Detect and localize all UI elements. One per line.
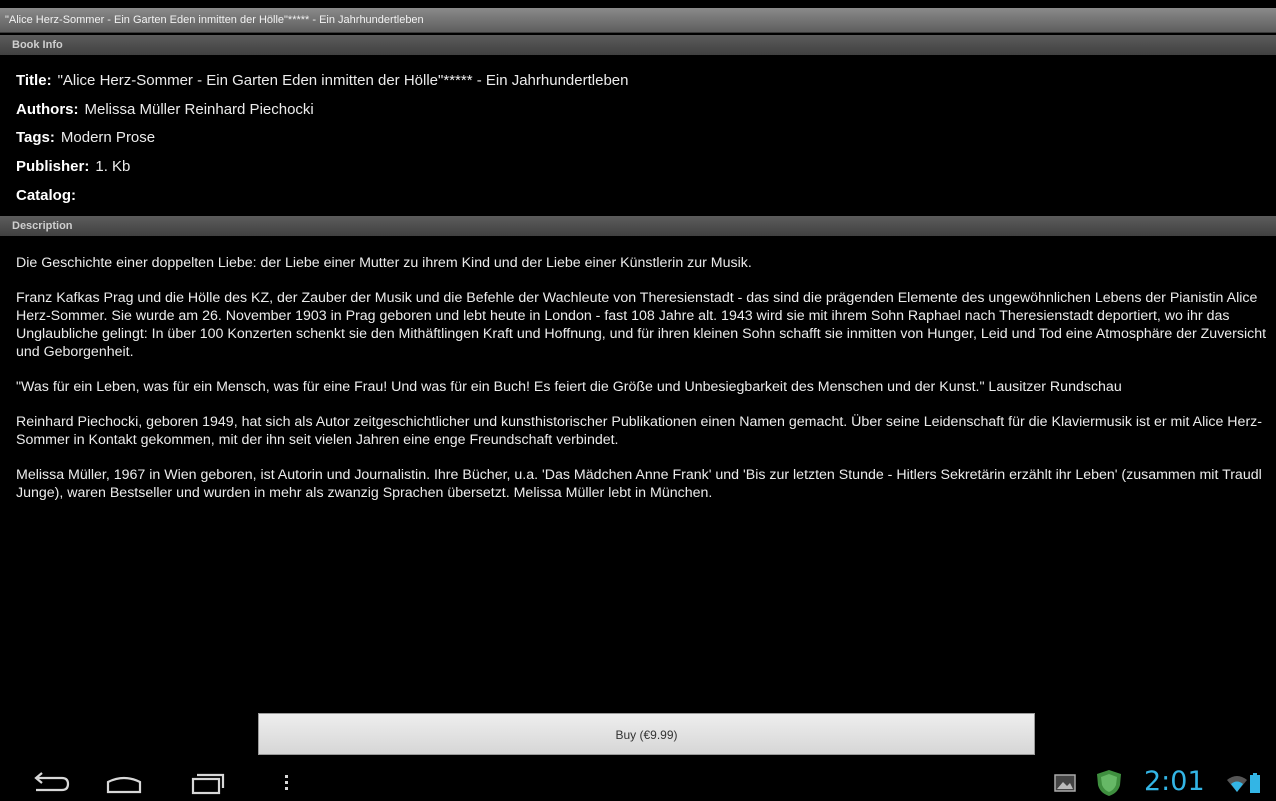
- screen: "Alice Herz-Sommer - Ein Garten Eden inm…: [0, 0, 1276, 801]
- tags-label: Tags:: [16, 129, 55, 146]
- title-value: "Alice Herz-Sommer - Ein Garten Eden inm…: [57, 72, 629, 89]
- title-row: Title: "Alice Herz-Sommer - Ein Garten Ed…: [16, 71, 628, 91]
- authors-value: Melissa Müller Reinhard Piechocki: [84, 101, 314, 118]
- publisher-row: Publisher: 1. Kb: [16, 157, 130, 177]
- publisher-label: Publisher:: [16, 158, 90, 175]
- home-icon[interactable]: [100, 770, 148, 796]
- authors-row: Authors: Melissa Müller Reinhard Piechock…: [16, 100, 314, 120]
- gallery-icon[interactable]: [1054, 774, 1076, 792]
- battery-icon: [1250, 773, 1260, 793]
- buy-button[interactable]: Buy (€9.99): [258, 713, 1035, 755]
- title-label: Title:: [16, 72, 52, 89]
- authors-label: Authors:: [16, 101, 79, 118]
- publisher-value: 1. Kb: [95, 158, 131, 175]
- window-title: "Alice Herz-Sommer - Ein Garten Eden inm…: [0, 8, 1276, 33]
- description-paragraph: Franz Kafkas Prag und die Hölle des KZ, …: [16, 290, 1267, 360]
- wifi-icon: [1227, 776, 1247, 792]
- menu-icon[interactable]: [276, 770, 296, 796]
- recent-apps-icon[interactable]: [185, 770, 229, 796]
- description-paragraph: "Was für ein Leben, was für ein Mensch, …: [16, 379, 1122, 395]
- book-info-header: Book Info: [0, 35, 1276, 55]
- description-header: Description: [0, 216, 1276, 236]
- status-area: 2:01: [1046, 762, 1276, 801]
- shield-icon[interactable]: [1094, 768, 1124, 798]
- description-body: Die Geschichte einer doppelten Liebe: de…: [16, 254, 1270, 519]
- back-icon[interactable]: [28, 770, 72, 796]
- description-paragraph: Die Geschichte einer doppelten Liebe: de…: [16, 255, 752, 271]
- tags-row: Tags: Modern Prose: [16, 128, 155, 148]
- description-paragraph: Reinhard Piechocki, geboren 1949, hat si…: [16, 414, 1262, 448]
- catalog-label: Catalog:: [16, 187, 76, 204]
- description-paragraph: Melissa Müller, 1967 in Wien geboren, is…: [16, 467, 1262, 501]
- clock: 2:01: [1144, 766, 1205, 797]
- tags-value: Modern Prose: [60, 129, 156, 146]
- catalog-row: Catalog:: [16, 186, 82, 206]
